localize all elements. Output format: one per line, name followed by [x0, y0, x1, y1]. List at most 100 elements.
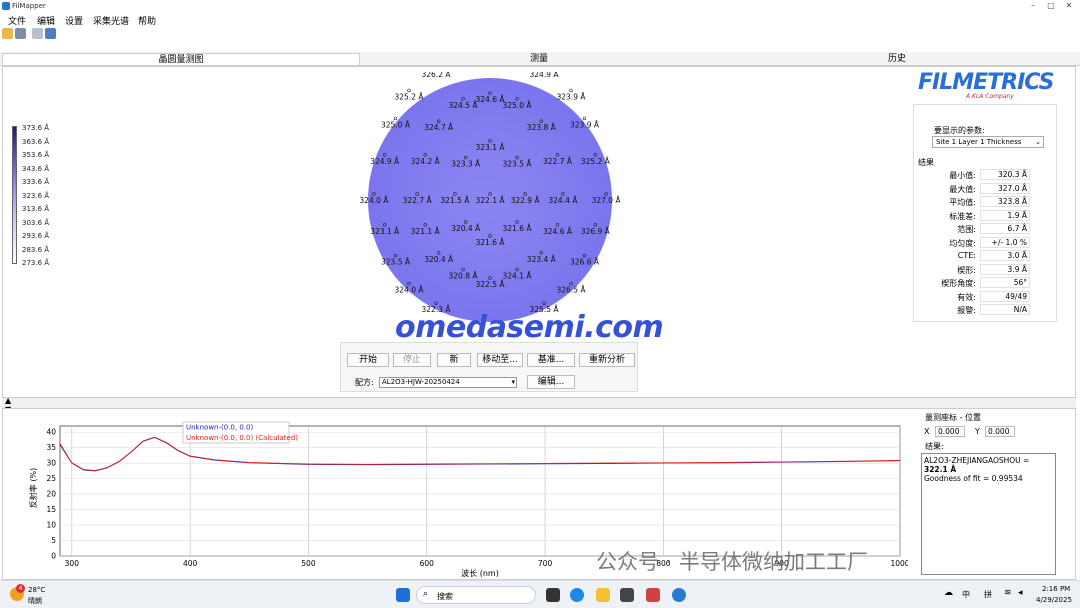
plot-area: [59, 425, 901, 557]
file-explorer-icon[interactable]: [596, 588, 610, 602]
tab-measure[interactable]: 测量: [360, 53, 718, 65]
site-thickness-label: 321.1 Å: [411, 227, 441, 236]
site-thickness-label: 323.9 Å: [570, 120, 600, 129]
stop-button[interactable]: 停止: [393, 353, 431, 367]
app-icon-red[interactable]: [646, 588, 660, 602]
y-tick-label: 5: [51, 536, 56, 545]
site-thickness-label: 323.5 Å: [381, 258, 411, 267]
site-thickness-label: 325.0 Å: [381, 120, 411, 129]
open-folder-icon[interactable]: [2, 28, 13, 39]
legend-label: 303.6 Å: [22, 218, 50, 227]
site-thickness-label: 320.4 Å: [451, 224, 481, 233]
measurement-site[interactable]: [407, 88, 411, 93]
site-thickness-label: 321.6 Å: [476, 238, 506, 247]
site-thickness-label: 327.0 Å: [592, 196, 620, 205]
result-label: 均匀度:: [949, 238, 976, 248]
wechat-watermark: 公众号 · 半导体微纳加工工厂: [596, 550, 869, 574]
coords-title: 量测座标 - 位置: [925, 413, 981, 422]
result-value: 3.0 Å: [980, 250, 1030, 261]
start-button[interactable]: 开始: [347, 353, 389, 367]
app-icon-black[interactable]: [620, 588, 634, 602]
measurement-site[interactable]: [393, 116, 398, 121]
ime-pinyin[interactable]: 拼: [984, 589, 992, 600]
export-icon[interactable]: [45, 28, 56, 39]
site-thickness-label: 320.8 Å: [449, 272, 479, 281]
task-view-icon[interactable]: [546, 588, 560, 602]
legend-label: 323.6 Å: [22, 191, 50, 200]
y-axis-label: 反射率 (%): [28, 468, 38, 508]
results-title: 结果: [918, 158, 934, 167]
chevron-down-icon: ⌄: [1035, 138, 1041, 146]
legend-label: 283.6 Å: [22, 245, 50, 254]
legend-calculated: Unknown-(0.0, 0.0) (Calculated): [186, 434, 298, 442]
y-coord-label: Y: [975, 427, 980, 436]
color-legend: 373.6 Å 363.6 Å 353.6 Å 343.6 Å 333.6 Å 323.6…: [12, 124, 62, 268]
site-thickness-label: 325.2 Å: [581, 157, 611, 166]
legend-label: 353.6 Å: [22, 151, 50, 159]
windows-start-icon[interactable]: [396, 588, 410, 602]
collapse-up-icon[interactable]: ▲: [5, 396, 11, 405]
site-thickness-label: 322.7 Å: [403, 196, 433, 205]
site-thickness-label: 320.4 Å: [424, 255, 454, 264]
site-thickness-label: 322.7 Å: [543, 157, 573, 166]
tab-history[interactable]: 历史: [718, 53, 1076, 65]
wifi-icon[interactable]: ≋: [1004, 588, 1012, 598]
title-bar: FilMapper – ▢ ✕: [0, 0, 1080, 12]
x-coord-field[interactable]: 0.000: [935, 426, 965, 437]
y-tick-label: 0: [51, 552, 56, 561]
cloud-icon[interactable]: ☁: [944, 588, 953, 598]
x-tick-label: 500: [301, 559, 316, 568]
taskbar-search[interactable]: ⌕ 搜索: [416, 586, 536, 604]
site-thickness-label: 323.9 Å: [557, 92, 587, 101]
x-coord-label: X: [924, 427, 930, 436]
result-thickness: 322.1 Å: [924, 465, 957, 474]
main-tabs: 晶圆量测图 测量 历史: [0, 52, 1080, 66]
site-thickness-label: 324.7 Å: [424, 123, 454, 132]
results-panel: 要显示的参数: Site 1 Layer 1 Thickness ⌄ 结果 最小…: [913, 104, 1057, 322]
site-thickness-label: 323.1 Å: [370, 227, 400, 236]
result-value: 6.7 Å: [980, 223, 1030, 234]
edit-button[interactable]: 编辑...: [527, 375, 575, 389]
site-thickness-label: 323.5 Å: [503, 160, 533, 169]
measurement-site[interactable]: [582, 116, 587, 121]
param-select[interactable]: Site 1 Layer 1 Thickness ⌄: [932, 136, 1044, 148]
dropdown-arrow-icon: ▾: [511, 378, 515, 386]
print-icon[interactable]: [15, 28, 26, 39]
site-thickness-label: 321.6 Å: [503, 224, 533, 233]
result-label: 平均值:: [949, 198, 976, 207]
clock-date[interactable]: 4/29/2025: [1036, 596, 1072, 604]
reanalyze-button[interactable]: 重新分析: [579, 353, 635, 367]
recipe-label: 配方:: [355, 378, 374, 387]
filmetrics-logo: FILMETRICS A KLA Company: [918, 70, 1058, 104]
legend-label: 293.6 Å: [22, 232, 50, 240]
weather-desc: 晴朗: [28, 597, 42, 605]
site-thickness-label: 324.0 Å: [360, 196, 389, 205]
volume-icon[interactable]: ◂: [1018, 588, 1023, 598]
close-icon[interactable]: ✕: [1058, 0, 1080, 12]
save-icon[interactable]: [32, 28, 43, 39]
site-thickness-label: 324.6 Å: [476, 95, 506, 104]
move-to-button[interactable]: 移动至...: [477, 353, 523, 367]
search-icon: ⌕: [423, 589, 429, 599]
clock-time[interactable]: 2:16 PM: [1042, 585, 1070, 593]
wafer-map[interactable]: 326.5 Å326.8 Å326.8 Å326.2 Å324.9 Å325.2…: [360, 72, 620, 332]
site-thickness-label: 324.0 Å: [395, 286, 425, 295]
baseline-button[interactable]: 基准...: [527, 353, 575, 367]
site-thickness-label: 324.9 Å: [530, 72, 560, 79]
result-value: 49/49: [980, 290, 1030, 302]
new-button[interactable]: 新: [437, 353, 471, 367]
edge-browser-icon[interactable]: [570, 588, 584, 602]
y-tick-label: 15: [46, 505, 56, 514]
tab-wafer-map[interactable]: 晶圆量测图: [2, 53, 360, 65]
y-coord-field[interactable]: 0.000: [985, 426, 1015, 437]
panel-splitter[interactable]: ▲ ▼: [2, 396, 1076, 414]
logo-brand: FILMETRICS: [918, 70, 1055, 95]
measurement-site[interactable]: [569, 88, 573, 93]
result-label: 楔形:: [957, 265, 976, 275]
window-title: FilMapper: [12, 2, 46, 10]
recipe-select[interactable]: AL2O3-HJW-20250424 ▾: [379, 377, 517, 388]
site-thickness-label: 326.6 Å: [570, 258, 600, 267]
ime-chinese[interactable]: 中: [962, 589, 970, 600]
results-textbox[interactable]: AL2O3-ZHEJIANGAOSHOU = 322.1 Å Goodness …: [921, 453, 1056, 575]
app-icon-blue[interactable]: [672, 588, 686, 602]
